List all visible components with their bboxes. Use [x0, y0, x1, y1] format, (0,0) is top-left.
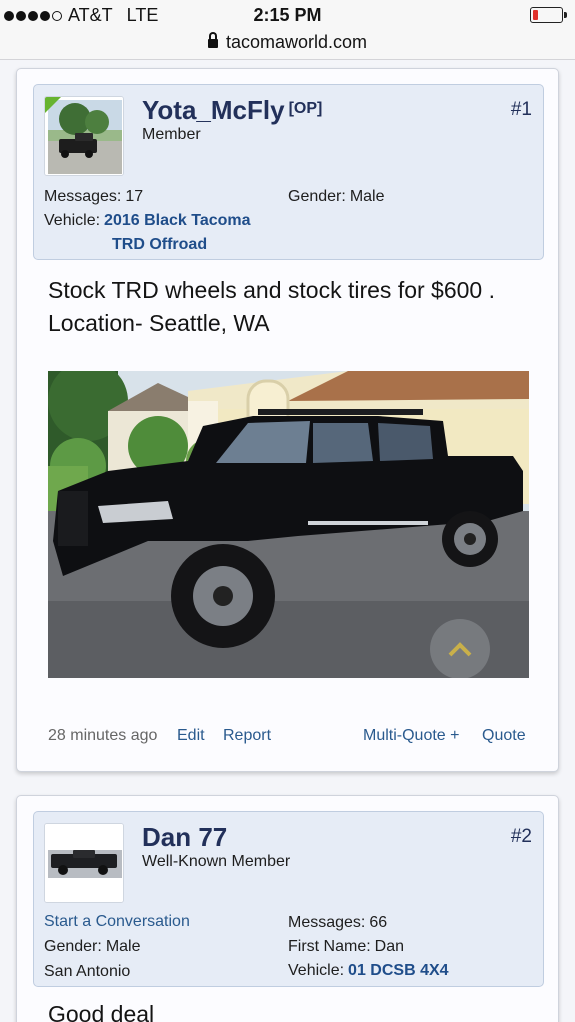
lock-icon — [207, 32, 218, 48]
post-card: Dan 77 Well-Known Member #2 Start a Conv… — [16, 795, 559, 1022]
first-name-stat: First Name: Dan — [288, 938, 404, 956]
post-timestamp[interactable]: 28 minutes ago — [48, 727, 157, 745]
post-body: Stock TRD wheels and stock tires for $60… — [48, 277, 495, 336]
messages-label: Messages: — [44, 188, 122, 205]
user-title: Member — [142, 126, 201, 143]
post-image[interactable] — [48, 371, 529, 678]
post-body: Good deal — [48, 1001, 155, 1022]
user-info-panel: Dan 77 Well-Known Member #2 Start a Conv… — [33, 811, 544, 987]
op-tag: [OP] — [288, 100, 323, 117]
truck-photo — [48, 371, 529, 678]
first-name-label: First Name: — [288, 938, 371, 955]
messages-stat: Messages: 66 — [288, 914, 387, 932]
avatar[interactable] — [44, 823, 124, 903]
vehicle-link-line2[interactable]: TRD Offroad — [112, 236, 207, 253]
user-info-panel: Yota_McFly [OP] Member #1 Messages: 17 Gen… — [33, 84, 544, 260]
messages-value: 17 — [125, 188, 144, 205]
online-indicator — [45, 97, 62, 114]
multi-quote-link[interactable]: Multi-Quote + — [363, 727, 459, 745]
post-number[interactable]: #2 — [511, 826, 532, 848]
url-text: tacomaworld.com — [225, 32, 368, 52]
gender-stat: Gender: Male — [288, 188, 385, 206]
messages-label: Messages: — [288, 914, 366, 931]
gender-label: Gender: — [44, 938, 102, 955]
username[interactable]: Dan 77 — [142, 822, 227, 853]
vehicle-stat: Vehicle: 01 DCSB 4X4 — [288, 962, 449, 980]
first-name-value: Dan — [374, 938, 405, 955]
edit-link[interactable]: Edit — [177, 727, 205, 745]
vehicle-link[interactable]: 01 DCSB 4X4 — [348, 962, 449, 979]
gender-value: Male — [349, 188, 385, 205]
gender-stat: Gender: Male — [44, 938, 141, 956]
vehicle-stat-line2: TRD Offroad — [112, 236, 207, 254]
battery-icon — [530, 7, 567, 23]
vehicle-link[interactable]: 2016 Black Tacoma — [104, 212, 250, 229]
gender-label: Gender: — [288, 188, 346, 205]
post-number[interactable]: #1 — [511, 99, 532, 121]
status-bar: AT&T LTE 2:15 PM — [0, 0, 575, 30]
gender-value: Male — [105, 938, 141, 955]
avatar-photo — [45, 824, 123, 902]
location-text: San Antonio — [44, 963, 131, 980]
report-link[interactable]: Report — [223, 727, 271, 745]
vehicle-stat: Vehicle: 2016 Black Tacoma — [44, 212, 251, 230]
post-card: Yota_McFly [OP] Member #1 Messages: 17 Gen… — [16, 68, 559, 772]
user-title: Well-Known Member — [142, 853, 291, 870]
vehicle-label: Vehicle: — [288, 962, 345, 979]
messages-stat: Messages: 17 — [44, 188, 143, 206]
messages-value: 66 — [369, 914, 388, 931]
start-conversation-link[interactable]: Start a Conversation — [44, 913, 190, 931]
avatar[interactable] — [44, 96, 124, 176]
username[interactable]: Yota_McFly [OP] — [142, 95, 322, 126]
vehicle-label: Vehicle: — [44, 212, 101, 229]
quote-link[interactable]: Quote — [482, 727, 526, 745]
address-bar[interactable]: tacomaworld.com — [0, 30, 575, 60]
clock: 2:15 PM — [253, 5, 322, 25]
